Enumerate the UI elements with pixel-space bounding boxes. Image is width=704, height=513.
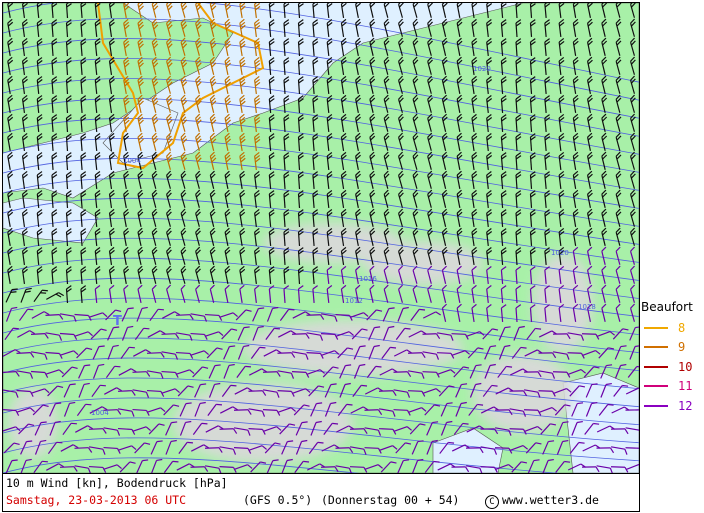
legend-swatch	[644, 365, 668, 368]
legend-swatch	[644, 326, 668, 329]
site-link[interactable]: www.wetter3.de	[502, 493, 599, 507]
legend-value: 12	[678, 398, 693, 413]
legend-value: 11	[678, 379, 693, 394]
isobar-label: 1004	[91, 409, 109, 417]
legend-item: 8	[641, 318, 703, 338]
isobar-label: 1004	[123, 157, 141, 165]
legend-item: 10	[641, 357, 703, 377]
legend-item: 9	[641, 338, 703, 358]
legend-swatch	[644, 404, 668, 407]
legend-item: 12	[641, 396, 703, 416]
valid-date: Samstag, 23-03-2013 06 UTC	[6, 493, 187, 507]
low-pressure-marker: T	[113, 314, 122, 329]
wind-pressure-map: 1020 1020 1016 1012 1018 1004 1004 T	[3, 3, 639, 473]
legend-value: 9	[678, 340, 686, 355]
map-title: 10 m Wind [kn], Bodendruck [hPa]	[6, 476, 228, 490]
copyright: Cwww.wetter3.de	[485, 493, 599, 509]
isobar-label: 1016	[359, 275, 377, 283]
legend-value: 10	[678, 359, 693, 374]
copyright-icon: C	[485, 495, 499, 509]
model-name: (GFS 0.5°)	[243, 493, 313, 507]
map-footer: 10 m Wind [kn], Bodendruck [hPa] Samstag…	[2, 474, 640, 512]
isobar-label: 1020	[473, 65, 491, 73]
beaufort-legend: Beaufort 8 9 10 11 12	[641, 300, 703, 416]
legend-swatch	[644, 346, 668, 349]
isobar-label: 1020	[551, 249, 569, 257]
isobar-label: 1018	[578, 303, 596, 311]
weather-map: 1020 1020 1016 1012 1018 1004 1004 T	[2, 2, 640, 474]
legend-title: Beaufort	[641, 300, 693, 314]
isobar-label: 1012	[345, 297, 363, 305]
model-run: (Donnerstag 00 + 54)	[321, 493, 460, 507]
legend-item: 11	[641, 377, 703, 397]
legend-swatch	[644, 385, 668, 388]
legend-value: 8	[678, 320, 686, 335]
